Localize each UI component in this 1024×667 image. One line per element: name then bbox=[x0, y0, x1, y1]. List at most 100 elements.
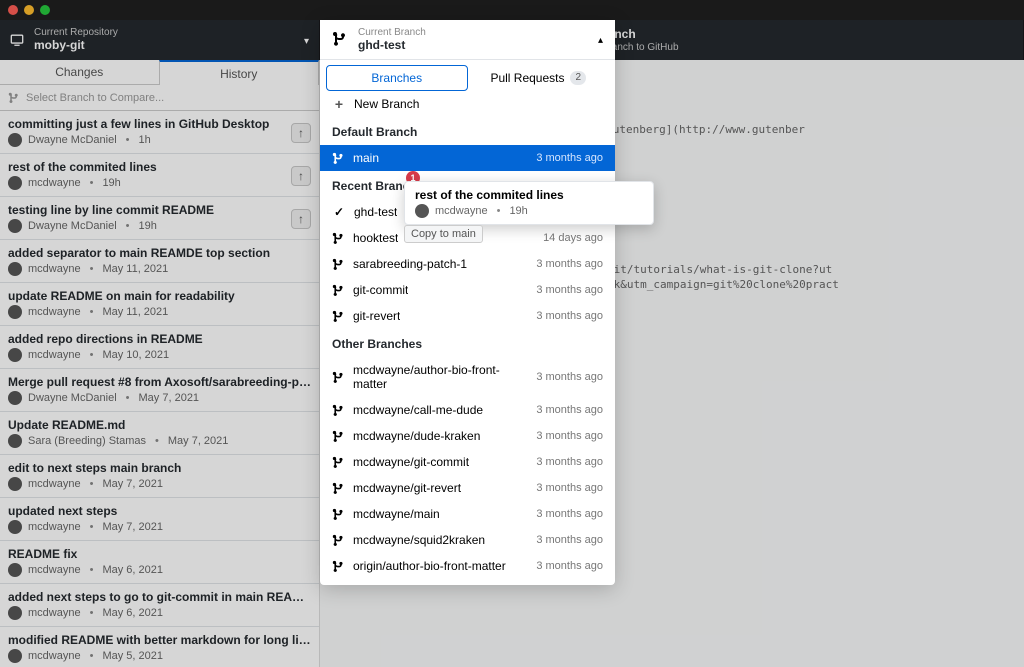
commit-item[interactable]: Update README.md Sara (Breeding) StamasM… bbox=[0, 412, 319, 455]
minimize-window-button[interactable] bbox=[24, 5, 34, 15]
commit-title: README fix bbox=[8, 547, 311, 561]
commit-meta: Dwayne McDanielMay 7, 2021 bbox=[8, 391, 311, 405]
tab-pull-requests[interactable]: Pull Requests 2 bbox=[468, 65, 610, 91]
avatar bbox=[8, 262, 22, 276]
branch-item[interactable]: origin/author-bio-front-matter3 months a… bbox=[320, 553, 615, 579]
branch-item[interactable]: mcdwayne/git-commit3 months ago bbox=[320, 449, 615, 475]
chevron-up-icon[interactable]: ▴ bbox=[598, 35, 603, 46]
commit-title: Update README.md bbox=[8, 418, 311, 432]
commit-meta: mcdwayneMay 11, 2021 bbox=[8, 262, 311, 276]
avatar bbox=[8, 305, 22, 319]
commit-meta: mcdwayneMay 11, 2021 bbox=[8, 305, 311, 319]
tab-changes[interactable]: Changes bbox=[0, 60, 159, 85]
commit-meta: mcdwayneMay 5, 2021 bbox=[8, 649, 311, 663]
commit-item[interactable]: README fix mcdwayneMay 6, 2021 bbox=[0, 541, 319, 584]
branch-item[interactable]: mcdwayne/main3 months ago bbox=[320, 501, 615, 527]
commit-title: modified README with better markdown for… bbox=[8, 633, 311, 647]
avatar bbox=[8, 563, 22, 577]
commit-item[interactable]: modified README with better markdown for… bbox=[0, 627, 319, 667]
close-window-button[interactable] bbox=[8, 5, 18, 15]
branch-icon bbox=[332, 482, 345, 495]
branch-icon bbox=[332, 284, 345, 297]
tab-history[interactable]: History bbox=[159, 60, 320, 85]
branch-label: Current Branch bbox=[358, 27, 426, 38]
avatar bbox=[8, 434, 22, 448]
branch-item-main[interactable]: main 3 months ago bbox=[320, 145, 615, 171]
avatar bbox=[8, 649, 22, 663]
titlebar bbox=[0, 0, 1024, 20]
branch-item[interactable]: mcdwayne/call-me-dude3 months ago bbox=[320, 397, 615, 423]
commit-meta: Dwayne McDaniel19h bbox=[8, 219, 311, 233]
branch-item[interactable]: mcdwayne/git-revert3 months ago bbox=[320, 475, 615, 501]
branch-icon bbox=[332, 31, 348, 47]
branch-item[interactable]: mcdwayne/author-bio-front-matter3 months… bbox=[320, 357, 615, 397]
plus-icon: + bbox=[332, 97, 346, 111]
avatar bbox=[8, 133, 22, 147]
pr-count-badge: 2 bbox=[570, 71, 586, 85]
branch-icon bbox=[332, 310, 345, 323]
push-indicator[interactable]: ↑ bbox=[291, 123, 311, 143]
computer-icon bbox=[10, 33, 24, 47]
commit-item[interactable]: committing just a few lines in GitHub De… bbox=[0, 111, 319, 154]
push-indicator[interactable]: ↑ bbox=[291, 166, 311, 186]
commit-title: updated next steps bbox=[8, 504, 311, 518]
branch-icon bbox=[332, 152, 345, 165]
commit-meta: Sara (Breeding) StamasMay 7, 2021 bbox=[8, 434, 311, 448]
left-column: Changes History Select Branch to Compare… bbox=[0, 60, 320, 667]
commit-item[interactable]: testing line by line commit README Dwayn… bbox=[0, 197, 319, 240]
branch-dropdown: Current Branch ghd-test ▴ Branches Pull … bbox=[320, 20, 615, 585]
tab-branches[interactable]: Branches bbox=[326, 65, 468, 91]
branch-icon bbox=[332, 560, 345, 573]
commit-item[interactable]: rest of the commited lines mcdwayne19h ↑ bbox=[0, 154, 319, 197]
branch-icon bbox=[332, 456, 345, 469]
commit-title: testing line by line commit README bbox=[8, 203, 311, 217]
preview-commit-title: rest of the commited lines bbox=[415, 188, 643, 202]
branch-item[interactable]: sarabreeding-patch-13 months ago bbox=[320, 251, 615, 277]
repo-name: moby-git bbox=[34, 38, 118, 52]
commit-list[interactable]: committing just a few lines in GitHub De… bbox=[0, 111, 319, 667]
avatar bbox=[8, 176, 22, 190]
chevron-down-icon: ▾ bbox=[304, 36, 309, 47]
avatar bbox=[415, 204, 429, 218]
branch-item[interactable]: git-commit3 months ago bbox=[320, 277, 615, 303]
commit-title: Merge pull request #8 from Axosoft/sarab… bbox=[8, 375, 311, 389]
avatar bbox=[8, 477, 22, 491]
new-branch-button[interactable]: +New Branch bbox=[320, 91, 615, 117]
avatar bbox=[8, 520, 22, 534]
avatar bbox=[8, 606, 22, 620]
branch-item[interactable]: mcdwayne/squid2kraken3 months ago bbox=[320, 527, 615, 553]
branch-icon bbox=[332, 258, 345, 271]
commit-meta: mcdwayneMay 6, 2021 bbox=[8, 563, 311, 577]
other-branches-heading: Other Branches bbox=[320, 329, 615, 357]
commit-title: rest of the commited lines bbox=[8, 160, 311, 174]
commit-title: added repo directions in README bbox=[8, 332, 311, 346]
commit-title: added next steps to go to git-commit in … bbox=[8, 590, 311, 604]
commit-item[interactable]: Merge pull request #8 from Axosoft/sarab… bbox=[0, 369, 319, 412]
maximize-window-button[interactable] bbox=[40, 5, 50, 15]
avatar bbox=[8, 219, 22, 233]
compare-placeholder: Select Branch to Compare... bbox=[26, 92, 164, 104]
commit-preview-card: rest of the commited lines mcdwayne 19h bbox=[404, 181, 654, 225]
commit-title: committing just a few lines in GitHub De… bbox=[8, 117, 311, 131]
commit-meta: mcdwayneMay 10, 2021 bbox=[8, 348, 311, 362]
commit-item[interactable]: edit to next steps main branch mcdwayneM… bbox=[0, 455, 319, 498]
commit-meta: mcdwayneMay 6, 2021 bbox=[8, 606, 311, 620]
commit-item[interactable]: added separator to main REAMDE top secti… bbox=[0, 240, 319, 283]
commit-title: edit to next steps main branch bbox=[8, 461, 311, 475]
repo-label: Current Repository bbox=[34, 27, 118, 38]
commit-meta: mcdwayne19h bbox=[8, 176, 311, 190]
repo-selector[interactable]: Current Repository moby-git ▾ bbox=[0, 20, 320, 60]
push-indicator[interactable]: ↑ bbox=[291, 209, 311, 229]
branch-item[interactable]: mcdwayne/dude-kraken3 months ago bbox=[320, 423, 615, 449]
commit-item[interactable]: updated next steps mcdwayneMay 7, 2021 bbox=[0, 498, 319, 541]
branch-item[interactable]: git-revert3 months ago bbox=[320, 303, 615, 329]
copy-to-main-tooltip: Copy to main bbox=[404, 225, 483, 243]
compare-branch-selector[interactable]: Select Branch to Compare... bbox=[0, 85, 319, 111]
branch-icon bbox=[332, 430, 345, 443]
commit-item[interactable]: added repo directions in README mcdwayne… bbox=[0, 326, 319, 369]
commit-meta: Dwayne McDaniel1h bbox=[8, 133, 311, 147]
commit-item[interactable]: added next steps to go to git-commit in … bbox=[0, 584, 319, 627]
commit-item[interactable]: update README on main for readability mc… bbox=[0, 283, 319, 326]
avatar bbox=[8, 391, 22, 405]
branch-name: ghd-test bbox=[358, 38, 426, 52]
